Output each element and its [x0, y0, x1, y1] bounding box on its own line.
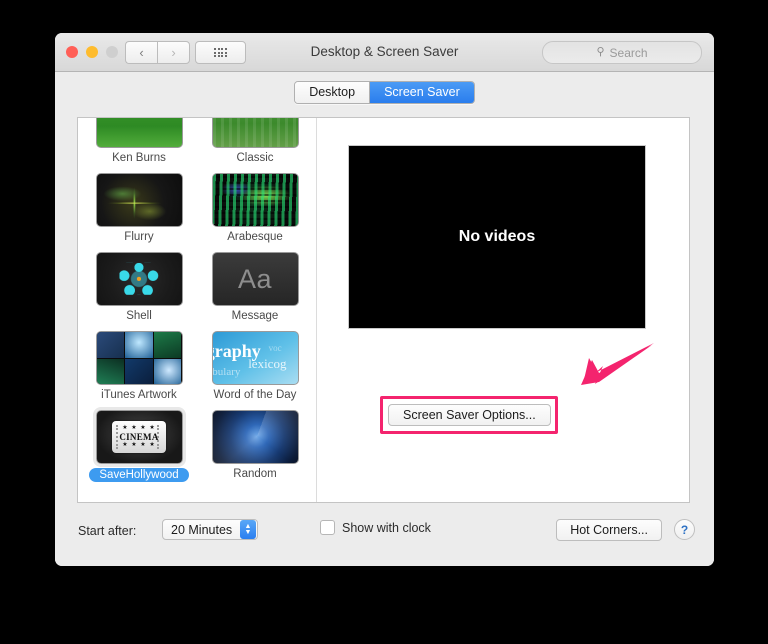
list-row: Ken Burns Classic [92, 118, 302, 164]
arabesque-thumbnail [211, 173, 299, 227]
tab-segmented-control: Desktop Screen Saver [294, 80, 475, 104]
ticket-stars-bottom: ★ ★ ★ ★ [122, 441, 156, 448]
zoom-window-button[interactable] [106, 46, 118, 58]
list-item-random[interactable]: Random [208, 410, 302, 482]
preferences-window: ‹ › Desktop & Screen Saver ⚲ Search Desk… [55, 33, 714, 566]
list-item-label: Message [231, 310, 279, 322]
screen-saver-options-button[interactable]: Screen Saver Options... [388, 404, 551, 426]
search-input[interactable]: ⚲ Search [542, 41, 702, 64]
list-item-itunes-artwork[interactable]: iTunes Artwork [92, 331, 186, 401]
list-item-label: Flurry [124, 231, 154, 243]
forward-button[interactable]: › [157, 41, 190, 64]
classic-thumbnail [211, 118, 299, 148]
list-item-label-selected: SaveHollywood [89, 468, 189, 482]
show-with-clock-checkbox[interactable]: Show with clock [320, 520, 431, 535]
savehollywood-thumbnail: ★ ★ ★ ★ CINEMA ★ ★ ★ ★ [92, 407, 186, 467]
word-of-the-day-thumbnail: graphy lexicog abulary voc [211, 331, 299, 385]
minimize-window-button[interactable] [86, 46, 98, 58]
start-after-select[interactable]: 20 Minutes ▲ ▼ [162, 519, 258, 540]
ticket-stars-top: ★ ★ ★ ★ [122, 424, 156, 431]
search-placeholder: Search [609, 45, 648, 60]
screen-saver-preview[interactable]: No videos [348, 145, 646, 329]
screen-saver-list[interactable]: Ken Burns Classic Flurry Arabesque Shell… [78, 118, 317, 502]
traffic-lights [66, 46, 118, 58]
flurry-thumbnail [95, 173, 183, 227]
list-item-arabesque[interactable]: Arabesque [208, 173, 302, 243]
list-item-label: Classic [236, 152, 274, 164]
preview-status-text: No videos [458, 228, 536, 245]
list-item-label: Ken Burns [112, 152, 166, 164]
list-row: ★ ★ ★ ★ CINEMA ★ ★ ★ ★ SaveHollywood Ran… [89, 407, 302, 482]
list-item-ken-burns[interactable]: Ken Burns [92, 118, 186, 164]
grid-icon [214, 47, 227, 58]
search-icon: ⚲ [596, 46, 605, 58]
list-item-shell[interactable]: Shell [92, 252, 186, 322]
stepper-arrows-icon[interactable]: ▲ ▼ [240, 520, 256, 539]
list-item-flurry[interactable]: Flurry [92, 173, 186, 243]
word-art-4: voc [268, 343, 282, 354]
tab-bar: Desktop Screen Saver [55, 72, 714, 112]
list-item-label: Word of the Day [213, 389, 297, 401]
itunes-artwork-thumbnail [95, 331, 183, 385]
checkbox-box-icon[interactable] [320, 520, 335, 535]
tab-screen-saver[interactable]: Screen Saver [369, 81, 474, 103]
list-item-savehollywood[interactable]: ★ ★ ★ ★ CINEMA ★ ★ ★ ★ SaveHollywood [89, 407, 189, 482]
list-item-label: iTunes Artwork [101, 389, 177, 401]
list-item-word-of-the-day[interactable]: graphy lexicog abulary voc Word of the D… [208, 331, 302, 401]
ken-burns-thumbnail [95, 118, 183, 148]
back-button[interactable]: ‹ [125, 41, 157, 64]
list-item-label: Random [233, 468, 277, 480]
message-thumbnail: Aa [211, 252, 299, 306]
preview-pane: No videos Screen Saver Options... [317, 118, 689, 502]
close-window-button[interactable] [66, 46, 78, 58]
list-row: Shell Aa Message [92, 252, 302, 322]
help-button[interactable]: ? [674, 519, 695, 540]
list-item-label: Shell [126, 310, 152, 322]
ticket-title: CINEMA [119, 431, 159, 442]
navigation-buttons: ‹ › [125, 41, 190, 64]
hot-corners-button[interactable]: Hot Corners... [556, 519, 662, 541]
tab-desktop[interactable]: Desktop [295, 81, 370, 103]
show-all-preferences-button[interactable] [195, 41, 246, 64]
list-item-classic[interactable]: Classic [208, 118, 302, 164]
list-row: Flurry Arabesque [92, 173, 302, 243]
bottom-controls-bar: Start after: 20 Minutes ▲ ▼ Show with clo… [55, 503, 714, 566]
start-after-value: 20 Minutes [171, 522, 233, 537]
list-item-label: Arabesque [227, 231, 283, 243]
random-thumbnail [211, 410, 299, 464]
shell-thumbnail [95, 252, 183, 306]
show-with-clock-label: Show with clock [342, 520, 431, 535]
content-panel: Ken Burns Classic Flurry Arabesque Shell… [77, 117, 690, 503]
word-art-3: abulary [212, 366, 241, 379]
cinema-ticket-icon: ★ ★ ★ ★ CINEMA ★ ★ ★ ★ [111, 420, 167, 454]
list-item-message[interactable]: Aa Message [208, 252, 302, 322]
word-art-2: lexicog [248, 355, 287, 371]
start-after-label: Start after: [78, 524, 137, 538]
message-thumbnail-text: Aa [237, 263, 273, 294]
annotation-arrow-icon [581, 343, 654, 385]
window-titlebar: ‹ › Desktop & Screen Saver ⚲ Search [55, 33, 714, 72]
list-row: iTunes Artwork graphy lexicog abulary vo… [92, 331, 302, 401]
